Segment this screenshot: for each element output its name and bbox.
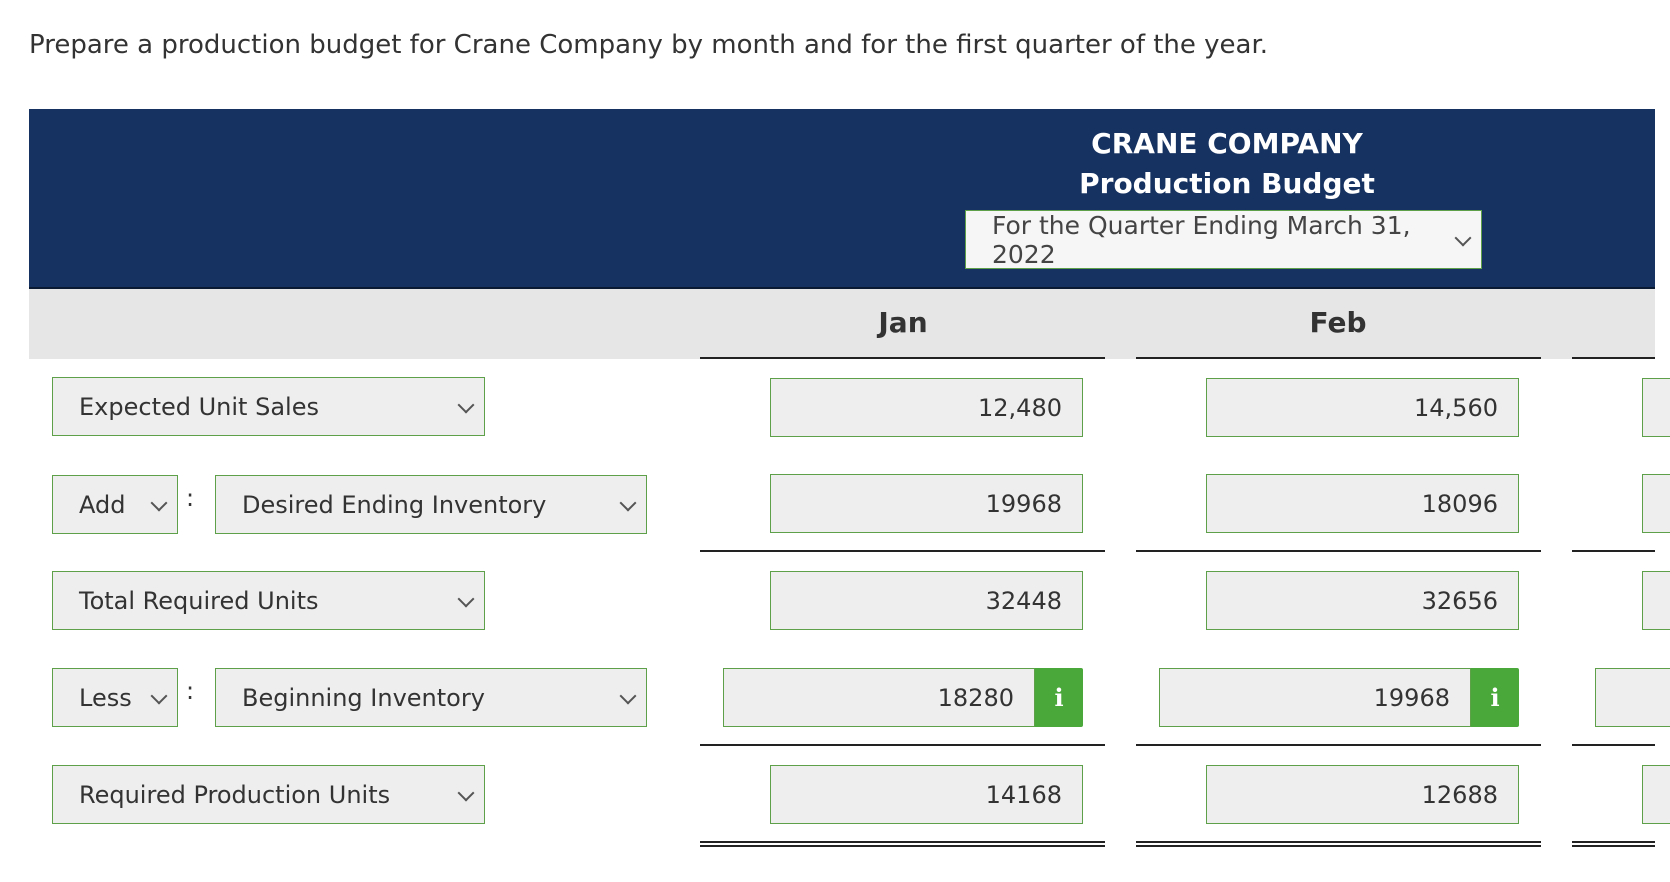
colon-separator: : <box>186 677 195 705</box>
jan-required-production-units-input[interactable]: 14168 <box>770 765 1083 824</box>
jan-desired-ending-inventory-input[interactable]: 19968 <box>770 474 1083 533</box>
row-label: Required Production Units <box>79 780 391 809</box>
row-label: Expected Unit Sales <box>79 392 319 421</box>
mar-required-production-units-input[interactable] <box>1642 765 1670 824</box>
feb-expected-unit-sales-input[interactable]: 14,560 <box>1206 378 1519 437</box>
mar-beginning-inventory-input[interactable] <box>1595 668 1670 727</box>
operator-label: Less <box>79 683 132 712</box>
row-label-select-beginning-inventory[interactable]: Beginning Inventory <box>215 668 647 727</box>
feb-required-production-units-input[interactable]: 12688 <box>1206 765 1519 824</box>
info-icon[interactable]: i <box>1471 668 1519 727</box>
row-label: Desired Ending Inventory <box>242 490 547 519</box>
operator-select-less[interactable]: Less <box>52 668 178 727</box>
column-rule <box>1572 357 1655 359</box>
chevron-down-icon <box>619 687 637 704</box>
subtotal-rule <box>1136 550 1541 552</box>
jan-beginning-inventory-input[interactable]: 18280 <box>723 668 1035 727</box>
total-double-rule <box>1572 841 1655 847</box>
total-double-rule <box>700 841 1105 847</box>
total-double-rule <box>1136 841 1541 847</box>
budget-title: Production Budget <box>1079 167 1375 200</box>
row-label-select-total-required-units[interactable]: Total Required Units <box>52 571 485 630</box>
column-header-jan: Jan <box>878 306 928 339</box>
chevron-down-icon <box>457 784 475 801</box>
column-rule <box>700 357 1105 359</box>
operator-label: Add <box>79 490 126 519</box>
row-label-select-required-production-units[interactable]: Required Production Units <box>52 765 485 824</box>
feb-total-required-units-input[interactable]: 32656 <box>1206 571 1519 630</box>
subtotal-rule <box>700 744 1105 746</box>
jan-expected-unit-sales-input[interactable]: 12,480 <box>770 378 1083 437</box>
operator-select-add[interactable]: Add <box>52 475 178 534</box>
feb-desired-ending-inventory-input[interactable]: 18096 <box>1206 474 1519 533</box>
chevron-down-icon <box>150 494 168 511</box>
chevron-down-icon <box>619 494 637 511</box>
row-label-select-expected-unit-sales[interactable]: Expected Unit Sales <box>52 377 485 436</box>
chevron-down-icon <box>457 590 475 607</box>
colon-separator: : <box>186 484 195 512</box>
row-label-select-desired-ending-inventory[interactable]: Desired Ending Inventory <box>215 475 647 534</box>
mar-total-required-units-input[interactable] <box>1642 571 1670 630</box>
company-name: CRANE COMPANY <box>1091 127 1363 160</box>
mar-desired-ending-inventory-input[interactable] <box>1642 474 1670 533</box>
subtotal-rule <box>700 550 1105 552</box>
subtotal-rule <box>1572 550 1655 552</box>
feb-beginning-inventory-input[interactable]: 19968 <box>1159 668 1471 727</box>
column-header-feb: Feb <box>1309 306 1367 339</box>
info-icon[interactable]: i <box>1035 668 1083 727</box>
subtotal-rule <box>1572 744 1655 746</box>
chevron-down-icon <box>457 396 475 413</box>
period-select[interactable]: For the Quarter Ending March 31, 2022 <box>965 210 1482 269</box>
jan-total-required-units-input[interactable]: 32448 <box>770 571 1083 630</box>
row-label: Beginning Inventory <box>242 683 485 712</box>
column-rule <box>1136 357 1541 359</box>
row-label: Total Required Units <box>79 586 319 615</box>
subtotal-rule <box>1136 744 1541 746</box>
period-select-value: For the Quarter Ending March 31, 2022 <box>992 210 1411 269</box>
chevron-down-icon <box>150 687 168 704</box>
instruction-text: Prepare a production budget for Crane Co… <box>29 30 1269 60</box>
mar-expected-unit-sales-input[interactable] <box>1642 378 1670 437</box>
